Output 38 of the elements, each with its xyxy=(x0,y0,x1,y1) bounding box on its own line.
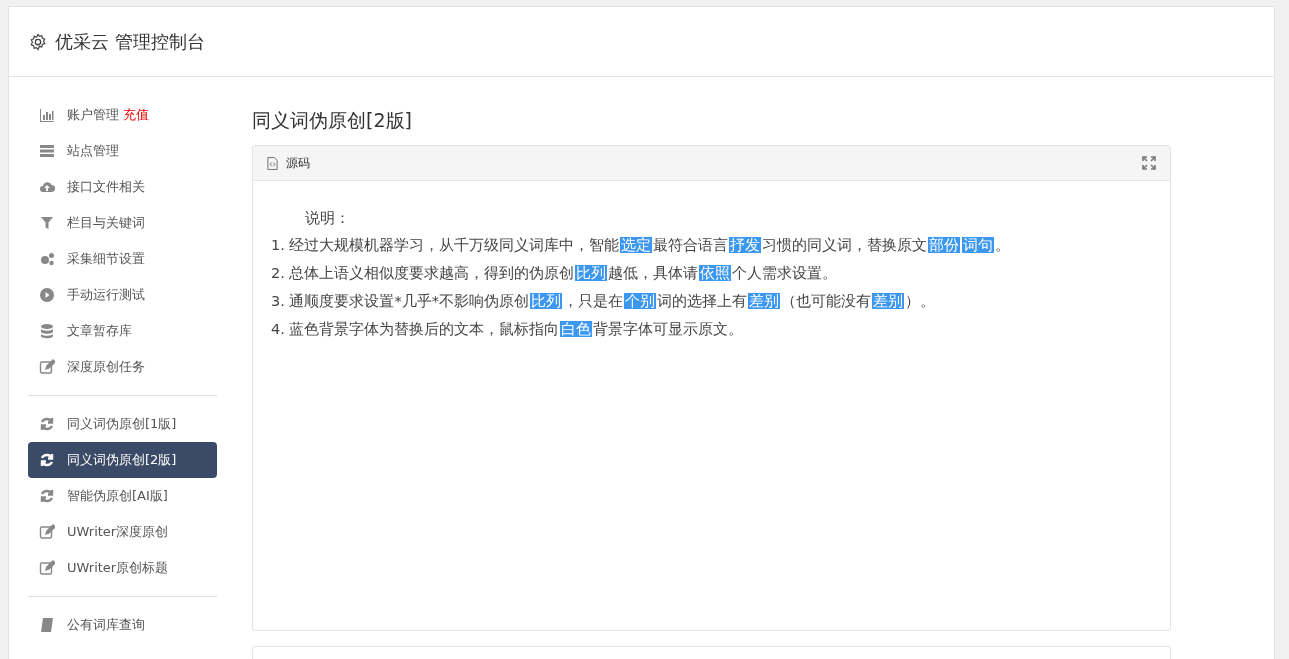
database-icon xyxy=(39,323,55,339)
play-icon xyxy=(39,287,55,303)
settings-icon xyxy=(29,32,47,51)
recharge-link[interactable]: 充值 xyxy=(123,106,149,124)
description-heading: 说明： xyxy=(304,209,351,228)
description-line: 1. 经过大规模机器学习，从千万级同义词库中，智能选定 最符合语言抒发 习惯的同义词，替换原文 部份 词句。 xyxy=(271,236,1012,255)
refresh-icon xyxy=(39,416,55,432)
sidebar-item[interactable]: 公有词库查询 xyxy=(28,607,217,643)
edit-icon xyxy=(39,524,55,540)
sidebar-item[interactable]: 同义词伪原创[2版] xyxy=(28,442,217,478)
panel-title: 源码 xyxy=(286,154,310,172)
edit-icon xyxy=(39,359,55,375)
sidebar-item[interactable]: 栏目与关键词 xyxy=(28,205,217,241)
code-file-icon xyxy=(267,156,278,170)
console-title: 优采云 管理控制台 xyxy=(55,29,205,54)
description-line: 4. 蓝色背景字体为替换后的文本，鼠标指向 白色背景字体可显示原文。 xyxy=(271,320,745,339)
sidebar-item[interactable]: UWriter原创标题 xyxy=(28,550,217,586)
sidebar-item[interactable]: 文章暂存库 xyxy=(28,313,217,349)
refresh-icon xyxy=(39,452,55,468)
filter-icon xyxy=(39,215,55,231)
sidebar-item[interactable]: 采集细节设置 xyxy=(28,241,217,277)
description-line: 2. 总体上语义相似度要求越高，得到的伪原创 比列 越低，具体请依照 个人需求设置。 xyxy=(271,264,839,283)
server-icon xyxy=(39,143,55,159)
refresh-icon xyxy=(39,488,55,504)
sidebar-item[interactable]: UWriter深度原创 xyxy=(28,514,217,550)
sidebar-item[interactable]: 同义词伪原创[1版] xyxy=(28,406,217,442)
sidebar-item[interactable]: 接口文件相关 xyxy=(28,169,217,205)
sidebar-item[interactable]: 站点管理 xyxy=(28,133,217,169)
bar-chart-icon xyxy=(39,107,55,123)
page-title: 同义词伪原创[2版] xyxy=(252,108,413,133)
sidebar-item[interactable]: 深度原创任务 xyxy=(28,349,217,385)
description-line: 3. 通顺度要求设置*几乎*不影响伪原创 比列，只是在个别 词的选择上有差别（也可能没有差别）。 xyxy=(271,292,936,311)
sidebar-item[interactable]: 智能伪原创[AI版] xyxy=(28,478,217,514)
cloud-upload-icon xyxy=(39,179,55,195)
expand-icon[interactable] xyxy=(1142,156,1156,170)
sidebar-item[interactable]: 手动运行测试 xyxy=(28,277,217,313)
edit-icon xyxy=(39,560,55,576)
sidebar-item[interactable]: 账户管理 充值 xyxy=(28,97,217,133)
